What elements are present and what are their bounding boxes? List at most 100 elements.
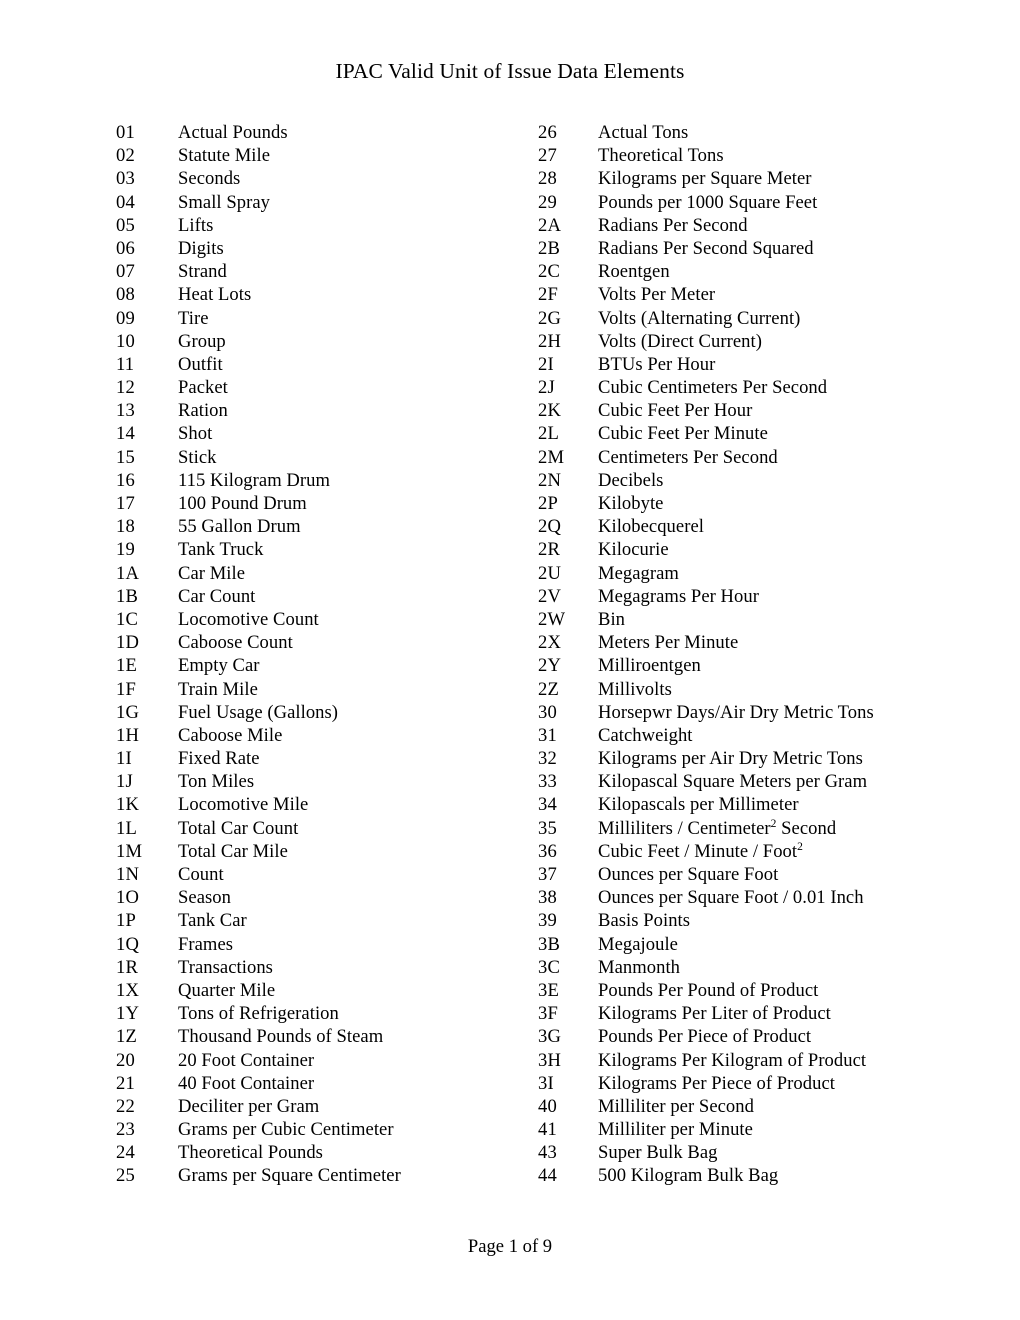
unit-code: 2K — [538, 400, 562, 422]
unit-code: 2J — [538, 377, 555, 399]
unit-code: 1R — [116, 956, 139, 978]
unit-code: 03 — [116, 168, 135, 190]
unit-list-row: 25 Grams per Square Centimeter — [116, 1164, 536, 1187]
unit-code: 2A — [538, 214, 562, 236]
unit-list-row: 02 Statute Mile — [116, 144, 536, 167]
unit-code: 1D — [116, 632, 140, 654]
unit-label: Empty Car — [178, 655, 260, 677]
unit-label: Cubic Feet Per Minute — [598, 423, 768, 445]
document-page: IPAC Valid Unit of Issue Data Elements 0… — [0, 0, 1020, 1320]
unit-label: Tons of Refrigeration — [178, 1003, 339, 1025]
unit-list-row: 1F Train Mile — [116, 678, 536, 701]
unit-code: 11 — [116, 353, 135, 375]
unit-code: 2I — [538, 353, 554, 375]
unit-list-row: 05 Lifts — [116, 214, 536, 237]
unit-label: Digits — [178, 237, 224, 259]
unit-code: 1Y — [116, 1003, 140, 1025]
unit-label: Actual Pounds — [178, 122, 288, 143]
unit-list-row: 3G Pounds Per Piece of Product — [538, 1025, 978, 1048]
unit-code: 2C — [538, 261, 561, 283]
unit-label: Cubic Centimeters Per Second — [598, 377, 828, 399]
unit-label: Frames — [178, 933, 234, 955]
unit-list-row: 2M Centimeters Per Second — [538, 446, 978, 469]
unit-code: 1L — [116, 817, 138, 839]
unit-label: Basis Points — [598, 910, 691, 932]
unit-list-row: 1C Locomotive Count — [116, 608, 536, 631]
unit-label: Volts (Direct Current) — [598, 330, 762, 352]
unit-label: 100 Pound Drum — [178, 493, 307, 514]
unit-list-row: 06 Digits — [116, 237, 536, 260]
unit-label: Caboose Mile — [178, 724, 283, 746]
unit-list-row: 3B Megajoule — [538, 933, 978, 956]
unit-list-row: 3E Pounds Per Pound of Product — [538, 979, 978, 1002]
unit-code: 2F — [538, 284, 559, 306]
unit-list-row: 33 Kilopascal Square Meters per Gram — [538, 770, 978, 793]
unit-code: 2Y — [538, 655, 562, 677]
unit-label: Small Spray — [178, 191, 270, 213]
unit-label: Grams per Square Centimeter — [178, 1165, 401, 1187]
unit-label: Thousand Pounds of Steam — [178, 1026, 384, 1048]
unit-list-row: 1L Total Car Count — [116, 817, 536, 840]
unit-code: 3B — [538, 933, 561, 955]
unit-label: Ton Miles — [178, 771, 255, 793]
unit-code: 29 — [538, 191, 557, 213]
unit-label: Kilograms per Air Dry Metric Tons — [598, 748, 863, 770]
unit-list-left-column: 01 Actual Pounds 02 Statute Mile 03 Seconds 04… — [116, 121, 536, 1188]
unit-list-row: 15 Stick — [116, 446, 536, 469]
unit-label: Kilobyte — [598, 493, 664, 514]
unit-label: Millivolts — [598, 678, 672, 700]
unit-code: 20 — [116, 1049, 135, 1071]
unit-code: 27 — [538, 145, 557, 167]
unit-list-row: 19 Tank Truck — [116, 538, 536, 561]
unit-list-row: 2Q Kilobecquerel — [538, 515, 978, 538]
unit-label: Manmonth — [598, 956, 681, 978]
unit-code: 24 — [116, 1142, 135, 1164]
unit-code: 1K — [116, 794, 140, 816]
unit-code: 19 — [116, 539, 135, 561]
unit-code: 1Q — [116, 933, 140, 955]
unit-label: Theoretical Pounds — [178, 1142, 323, 1164]
unit-list-row: 2P Kilobyte — [538, 492, 978, 515]
unit-list-row: 44 500 Kilogram Bulk Bag — [538, 1164, 978, 1187]
unit-code: 21 — [116, 1072, 135, 1094]
unit-list-row: 3H Kilograms Per Kilogram of Product — [538, 1049, 978, 1072]
unit-list-row: 2G Volts (Alternating Current) — [538, 307, 978, 330]
unit-label: Shot — [178, 423, 213, 445]
unit-list-row: 39 Basis Points — [538, 909, 978, 932]
unit-label: Total Car Mile — [178, 840, 288, 862]
unit-code: 15 — [116, 446, 135, 468]
unit-label: Ration — [178, 400, 228, 422]
unit-code: 28 — [538, 168, 557, 190]
unit-code: 43 — [538, 1142, 557, 1164]
unit-list-row: 2I BTUs Per Hour — [538, 353, 978, 376]
unit-code: 2Z — [538, 678, 560, 700]
unit-code: 2Q — [538, 516, 562, 538]
unit-label: 115 Kilogram Drum — [178, 469, 330, 491]
unit-list-row: 1N Count — [116, 863, 536, 886]
page-footer: Page 1 of 9 — [467, 1236, 553, 1257]
unit-label: Season — [178, 887, 231, 909]
unit-code: 3F — [538, 1003, 559, 1025]
unit-label: Decibels — [598, 469, 664, 491]
unit-code: 3E — [538, 979, 560, 1001]
unit-label: Seconds — [178, 168, 241, 190]
unit-label: Locomotive Count — [178, 608, 319, 630]
unit-code: 1A — [116, 562, 140, 584]
unit-label: Milliroentgen — [598, 655, 701, 677]
unit-code: 2R — [538, 539, 561, 561]
unit-list-row: 41 Milliliter per Minute — [538, 1118, 978, 1141]
unit-label: Theoretical Tons — [598, 145, 724, 167]
unit-list-row: 1I Fixed Rate — [116, 747, 536, 770]
unit-list-row: 07 Strand — [116, 260, 536, 283]
unit-code: 2U — [538, 562, 562, 584]
unit-code: 1C — [116, 608, 139, 630]
page-title: IPAC Valid Unit of Issue Data Elements — [335, 59, 685, 83]
unit-code: 31 — [538, 724, 557, 746]
unit-list-row: 1H Caboose Mile — [116, 724, 536, 747]
unit-list-row: 01 Actual Pounds — [116, 121, 536, 144]
unit-label: Stick — [178, 446, 217, 468]
unit-list-row: 23 Grams per Cubic Centimeter — [116, 1118, 536, 1141]
unit-code: 1B — [116, 585, 139, 607]
unit-list-row: 1D Caboose Count — [116, 631, 536, 654]
unit-code: 1J — [116, 771, 133, 793]
